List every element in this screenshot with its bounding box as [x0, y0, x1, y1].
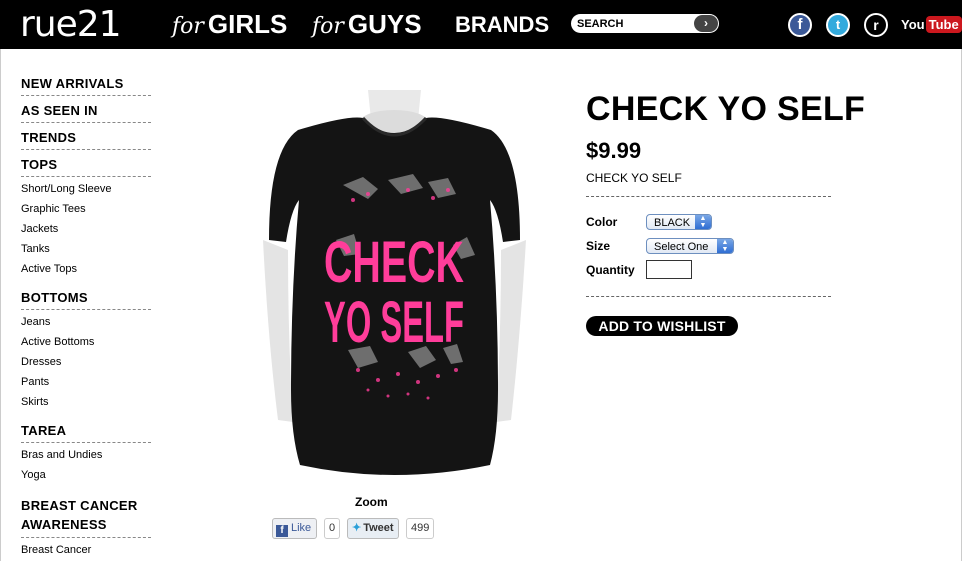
sidebar-item-short-long-sleeve[interactable]: Short/Long Sleeve	[21, 179, 151, 199]
product-price: $9.99	[586, 138, 642, 163]
sidebar-category-new-arrivals[interactable]: NEW ARRIVALS	[21, 73, 151, 96]
like-label: Like	[291, 522, 312, 534]
nav-brands[interactable]: BRANDS	[455, 12, 549, 38]
shirt-graphic-line1: CHECK	[324, 230, 464, 295]
facebook-small-icon: f	[276, 525, 288, 537]
tweet-count: 499	[406, 518, 435, 539]
sidebar-item-jeans[interactable]: Jeans	[21, 312, 151, 332]
sidebar-item-jackets[interactable]: Jackets	[21, 219, 151, 239]
size-select[interactable]: Select One ▲ ▼	[646, 238, 734, 254]
sidebar-item-pants[interactable]: Pants	[21, 372, 151, 392]
sidebar-item-bras-and-undies[interactable]: Bras and Undies	[21, 445, 151, 465]
rue21-logo[interactable]: rue21	[20, 4, 122, 45]
zoom-link[interactable]: Zoom	[355, 495, 388, 509]
sidebar-category-tops[interactable]: TOPS	[21, 154, 151, 177]
sidebar-item-graphic-tees[interactable]: Graphic Tees	[21, 199, 151, 219]
tweet-button[interactable]: ✦ Tweet	[347, 518, 399, 539]
search-box: ›	[571, 14, 719, 33]
sidebar-category-bottoms[interactable]: BOTTOMS	[21, 287, 151, 310]
color-select[interactable]: BLACK ▲ ▼	[646, 214, 712, 230]
sidebar-category-trends[interactable]: TRENDS	[21, 127, 151, 150]
page-border-left	[0, 49, 1, 561]
add-to-wishlist-button[interactable]: ADD TO WISHLIST	[586, 316, 738, 336]
twitter-icon[interactable]: t	[826, 13, 850, 37]
nav-guys-prefix: for	[312, 14, 344, 39]
product-title: CHECK YO SELF	[586, 90, 866, 128]
nav-girls-prefix: for	[172, 14, 204, 39]
divider-bottom	[586, 296, 831, 297]
size-label: Size	[586, 239, 611, 253]
size-select-value: Select One	[654, 241, 709, 253]
sidebar-item-dresses[interactable]: Dresses	[21, 352, 151, 372]
youtube-icon[interactable]: You Tube	[901, 14, 962, 36]
product-name: CHECK YO SELF	[586, 171, 682, 185]
twitter-bird-icon: ✦	[352, 522, 362, 534]
divider-top	[586, 196, 831, 197]
select-arrows-icon: ▲ ▼	[695, 215, 711, 229]
facebook-icon[interactable]: f	[788, 13, 812, 37]
quantity-field[interactable]	[646, 260, 692, 279]
like-count: 0	[324, 518, 341, 539]
tweet-label: Tweet	[363, 522, 394, 534]
tshirt-on-mannequin-image: CHECK YO SELF	[263, 90, 526, 475]
sidebar-item-active-bottoms[interactable]: Active Bottoms	[21, 332, 151, 352]
nav-girls[interactable]: for GIRLS	[172, 9, 287, 40]
nav-guys[interactable]: for GUYS	[312, 9, 422, 40]
search-input[interactable]	[577, 16, 689, 31]
youtube-you: You	[901, 17, 925, 32]
sidebar-item-yoga[interactable]: Yoga	[21, 465, 151, 485]
top-navigation-bar: rue21 forGIRLS forGUYS BRANDS › f t r Yo…	[0, 0, 962, 49]
nav-girls-label: GIRLS	[207, 9, 288, 39]
sidebar-item-breast-cancer[interactable]: Breast Cancer	[21, 540, 151, 560]
sidebar-category-as-seen-in[interactable]: AS SEEN IN	[21, 100, 151, 123]
product-image[interactable]: CHECK YO SELF	[258, 90, 531, 490]
select-arrows-icon: ▲ ▼	[717, 239, 733, 253]
color-label: Color	[586, 215, 618, 229]
facebook-like-button[interactable]: f Like	[272, 518, 318, 539]
youtube-tube: Tube	[925, 16, 962, 33]
search-go-icon[interactable]: ›	[694, 15, 718, 32]
sidebar-category-tarea[interactable]: TAREA	[21, 420, 151, 443]
sidebar-category-breast-cancer-awareness[interactable]: BREAST CANCER AWARENESS	[21, 493, 151, 538]
sidebar-item-active-tops[interactable]: Active Tops	[21, 259, 151, 279]
sidebar-item-skirts[interactable]: Skirts	[21, 392, 151, 412]
quantity-label: Quantity	[586, 263, 635, 277]
nav-guys-label: GUYS	[347, 9, 422, 39]
category-sidebar: NEW ARRIVALS AS SEEN IN TRENDS TOPS Shor…	[21, 73, 151, 560]
rue21-icon[interactable]: r	[864, 13, 888, 37]
color-select-value: BLACK	[654, 217, 691, 229]
sidebar-item-tanks[interactable]: Tanks	[21, 239, 151, 259]
shirt-graphic-line2: YO SELF	[324, 290, 464, 355]
